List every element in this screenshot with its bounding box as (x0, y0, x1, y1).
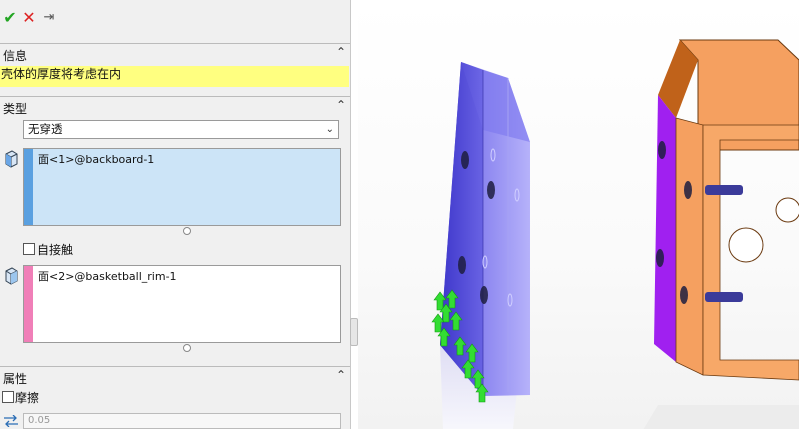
set2-resize-handle[interactable] (183, 344, 191, 352)
type-section-header[interactable]: 类型 ⌃ (0, 96, 350, 117)
info-section-header[interactable]: 信息 ⌃ (0, 43, 350, 64)
chevron-up-icon[interactable]: ⌃ (336, 98, 346, 112)
face-set2-selection-box[interactable]: 面<2>@basketball_rim-1 (23, 265, 341, 343)
friction-coefficient-input[interactable]: 0.05 (23, 413, 341, 429)
set2-color-stripe (24, 266, 33, 342)
face-set1-icon (5, 150, 18, 168)
close-icon: ✕ (22, 8, 36, 27)
info-message: 壳体的厚度将考虑在内 (0, 66, 349, 87)
rim-bracket-part (643, 39, 799, 429)
backboard-part (440, 62, 530, 396)
friction-coefficient-icon (4, 415, 18, 427)
contact-type-select[interactable]: 无穿透 ⌄ (23, 120, 339, 139)
graphics-viewport[interactable] (358, 0, 799, 429)
contact-type-value: 无穿透 (28, 122, 63, 136)
model-3d-view (431, 39, 799, 429)
self-contact-checkbox[interactable] (23, 243, 35, 255)
friction-checkbox[interactable] (2, 391, 14, 403)
properties-section-header[interactable]: 属性 ⌃ (0, 366, 350, 387)
set1-color-stripe (24, 149, 33, 225)
self-contact-label: 自接触 (37, 243, 74, 257)
pushpin-icon: ⇥ (43, 10, 55, 25)
panel-splitter-handle[interactable] (350, 318, 358, 346)
face-set2-icon (5, 267, 18, 285)
checkmark-icon: ✔ (3, 8, 17, 27)
info-section-title: 信息 (3, 49, 28, 63)
face-set1-selection-box[interactable]: 面<1>@backboard-1 (23, 148, 341, 226)
property-manager-panel: ✔ ✕ ⇥ 信息 ⌃ 壳体的厚度将考虑在内 类型 ⌃ 无穿透 ⌄ 面<1>@ba… (0, 0, 351, 429)
properties-section-title: 属性 (3, 372, 28, 386)
ok-button[interactable]: ✔ (0, 6, 20, 30)
pin-button[interactable]: ⇥ (39, 6, 59, 30)
type-section-title: 类型 (3, 102, 28, 116)
chevron-down-icon: ⌄ (325, 124, 334, 135)
chevron-up-icon[interactable]: ⌃ (336, 45, 346, 59)
list-item[interactable]: 面<2>@basketball_rim-1 (38, 268, 337, 284)
cancel-button[interactable]: ✕ (19, 6, 39, 30)
property-toolbar: ✔ ✕ ⇥ (0, 6, 350, 32)
set1-resize-handle[interactable] (183, 227, 191, 235)
chevron-up-icon[interactable]: ⌃ (336, 368, 346, 382)
list-item[interactable]: 面<1>@backboard-1 (38, 151, 337, 167)
friction-label: 摩擦 (15, 391, 40, 405)
